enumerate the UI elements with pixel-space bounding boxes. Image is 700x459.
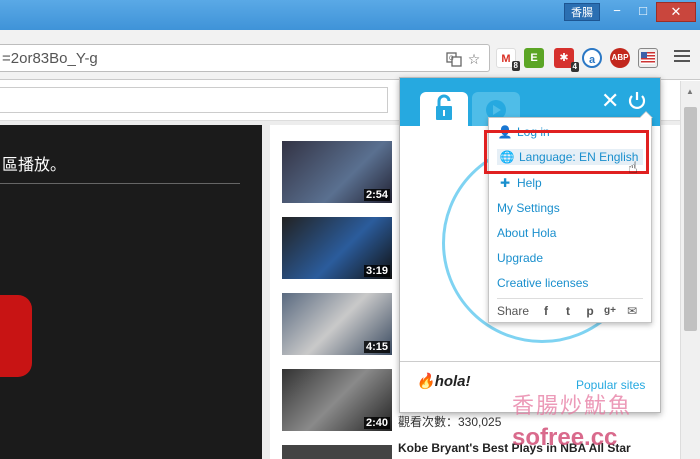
video-thumbnail[interactable]: 3:19 [282, 217, 392, 279]
huawei-extension-icon[interactable]: ✱ 4 [554, 48, 579, 72]
window-titlebar: 香腸 − □ ✕ [0, 0, 700, 30]
video-thumbnail[interactable]: 2:40 [282, 369, 392, 431]
browser-menu-icon[interactable] [674, 50, 690, 64]
bookmark-star-icon[interactable]: ☆ [466, 51, 482, 67]
view-count: 觀看次數：330,025 [398, 415, 502, 429]
menu-item-about[interactable]: About Hola [497, 226, 556, 240]
share-label: Share [497, 304, 530, 318]
hola-logo: 🔥hola! [416, 373, 471, 390]
twitter-icon[interactable]: t [561, 304, 575, 318]
video-message: 區播放。 [2, 157, 67, 174]
google-plus-icon[interactable]: g+ [603, 304, 617, 318]
duration-label: 4:15 [363, 341, 390, 353]
gmail-extension-icon[interactable]: M8 [496, 48, 520, 71]
page-search-input[interactable] [0, 87, 388, 113]
highlight-annotation-box [484, 130, 649, 174]
scroll-up-arrow[interactable]: ▲ [686, 87, 694, 96]
watermark-site: sofree.cc [512, 424, 618, 451]
duration-label: 3:19 [363, 265, 390, 277]
menu-item-help[interactable]: ✚ Help [497, 176, 542, 190]
address-url[interactable]: =2or83Bo_Y-g [2, 50, 98, 67]
unlock-icon [436, 94, 452, 120]
hola-close-icon[interactable]: ✕ [601, 90, 619, 112]
menu-item-settings[interactable]: My Settings [497, 201, 560, 215]
avast-extension-icon[interactable]: a [582, 48, 602, 68]
evernote-extension-icon[interactable]: E [524, 48, 544, 68]
scroll-thumb[interactable] [684, 107, 697, 331]
video-thumbnail[interactable] [282, 445, 392, 459]
flame-icon: 🔥 [416, 373, 435, 390]
maximize-button[interactable]: □ [630, 2, 656, 22]
svg-text:G: G [449, 56, 454, 62]
translate-icon[interactable]: G [446, 51, 462, 67]
pinterest-icon[interactable]: p [583, 304, 597, 318]
share-divider [497, 298, 643, 299]
hola-tab-unblock[interactable] [420, 92, 468, 126]
address-bar[interactable]: =2or83Bo_Y-g G ☆ [0, 44, 490, 72]
us-flag-icon[interactable] [638, 48, 658, 68]
mouse-cursor-icon: ☝ [628, 160, 638, 177]
related-videos-list: 2:54 3:19 4:15 2:40 [270, 125, 400, 459]
play-button[interactable] [0, 295, 32, 377]
video-thumbnail[interactable]: 2:54 [282, 141, 392, 203]
adblock-extension-icon[interactable]: ABP [610, 48, 630, 68]
video-thumbnail[interactable]: 4:15 [282, 293, 392, 355]
minimize-button[interactable]: − [604, 2, 630, 22]
menu-item-licenses[interactable]: Creative licenses [497, 276, 588, 290]
browser-toolbar: =2or83Bo_Y-g G ☆ M8 E ✱ 4 a ABP [0, 30, 700, 80]
help-icon: ✚ [499, 176, 511, 190]
menu-item-upgrade[interactable]: Upgrade [497, 251, 543, 265]
duration-label: 2:54 [363, 189, 390, 201]
power-icon[interactable] [627, 91, 647, 111]
page-scrollbar[interactable]: ▲ [680, 81, 700, 459]
email-icon[interactable]: ✉ [625, 304, 639, 318]
video-divider [0, 183, 240, 184]
duration-label: 2:40 [363, 417, 390, 429]
facebook-icon[interactable]: f [539, 304, 553, 318]
window-title-tag: 香腸 [564, 3, 600, 21]
close-window-button[interactable]: ✕ [656, 2, 696, 22]
hola-footer-divider [400, 361, 660, 362]
video-player[interactable]: 區播放。 [0, 125, 262, 459]
watermark-logo: 香腸炒魷魚 [512, 394, 633, 419]
